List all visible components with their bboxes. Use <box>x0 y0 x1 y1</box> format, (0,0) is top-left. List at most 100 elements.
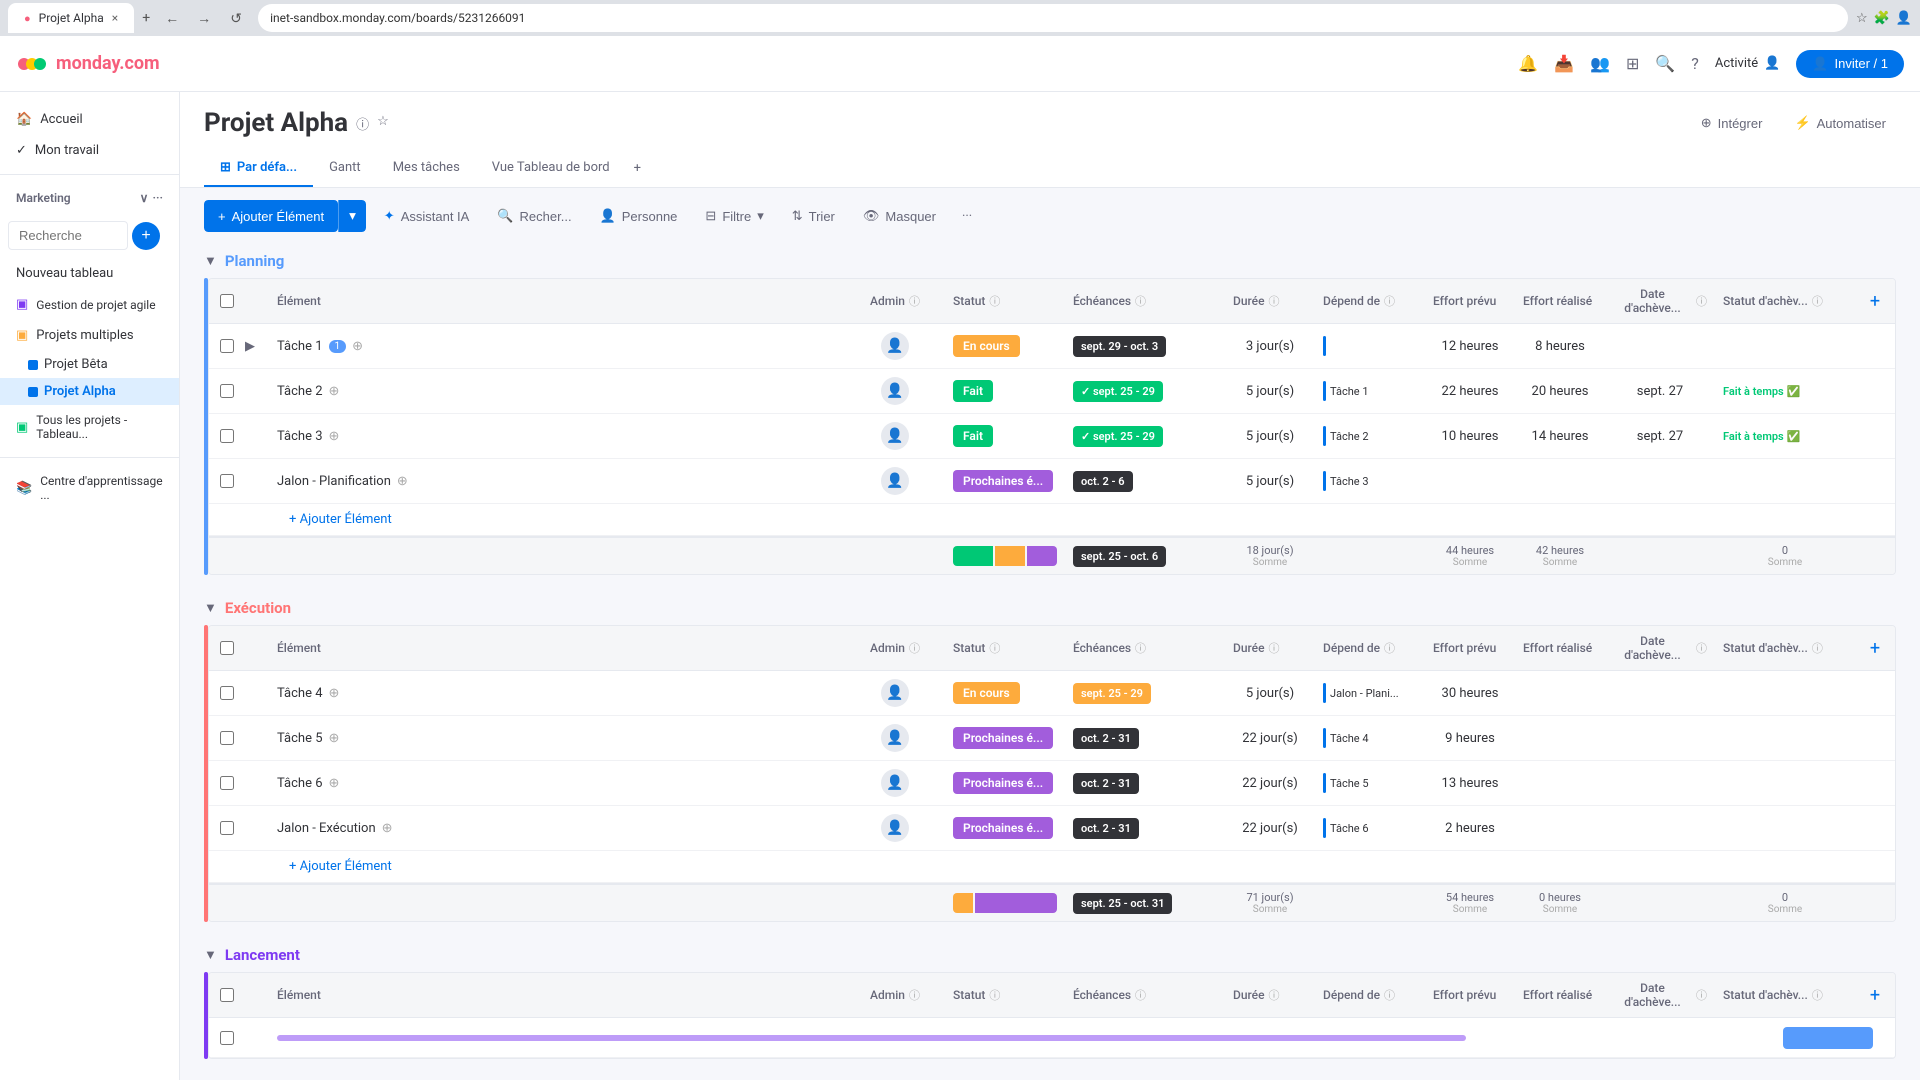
status-badge[interactable]: Prochaines é... <box>953 727 1053 749</box>
back-button[interactable]: ← <box>158 4 186 32</box>
date-badge[interactable]: oct. 2 - 31 <box>1073 818 1139 839</box>
status-badge[interactable]: Fait <box>953 425 993 447</box>
status-badge[interactable]: En cours <box>953 682 1020 704</box>
lancement-chevron-icon[interactable]: ▼ <box>204 947 217 963</box>
toolbar-more-button[interactable]: ··· <box>954 203 980 230</box>
search-input[interactable] <box>8 221 128 250</box>
statut-info-icon[interactable]: ⓘ <box>989 293 1000 309</box>
help-icon[interactable]: ? <box>1691 54 1699 73</box>
header-check[interactable] <box>209 279 245 323</box>
people-icon[interactable]: 👥 <box>1590 54 1610 73</box>
sidebar-item-projets-multiples[interactable]: ▣ Projets multiples <box>0 320 179 351</box>
sidebar-item-projet-beta[interactable]: Projet Bêta <box>0 351 179 378</box>
admin-info-icon2[interactable]: ⓘ <box>909 640 920 656</box>
ajouter-element-button[interactable]: + Ajouter Élément <box>204 200 338 232</box>
exec-add-col[interactable]: + <box>1855 626 1895 670</box>
notification-icon[interactable]: 🔔 <box>1518 54 1538 73</box>
rechercher-button[interactable]: 🔍 Recher... <box>487 202 581 230</box>
extension-icon[interactable]: 🧩 <box>1874 11 1890 26</box>
depend-info-icon[interactable]: ⓘ <box>1384 293 1395 309</box>
sidebar-item-mon-travail[interactable]: ✓ Mon travail <box>0 135 179 166</box>
status-badge[interactable]: Prochaines é... <box>953 817 1053 839</box>
browser-tab[interactable]: ● Projet Alpha × <box>8 3 134 33</box>
tab-par-defaut[interactable]: ⊞ Par défa... <box>204 150 313 187</box>
status-badge[interactable]: Fait <box>953 380 993 402</box>
search-add-button[interactable]: + <box>132 222 160 250</box>
status-badge[interactable]: Prochaines é... <box>953 772 1053 794</box>
add-subtask-icon[interactable]: ⊕ <box>329 776 340 791</box>
date-badge[interactable]: sept. 25 - 29 <box>1073 683 1151 704</box>
date-badge[interactable]: ✓ sept. 25 - 29 <box>1073 426 1163 447</box>
row-checkbox[interactable] <box>220 1031 234 1045</box>
integrer-button[interactable]: ⊕ Intégrer <box>1691 109 1773 137</box>
tab-close-icon[interactable]: × <box>112 11 118 25</box>
sidebar-item-accueil[interactable]: 🏠 Accueil <box>0 104 179 135</box>
star-icon[interactable]: ☆ <box>377 114 389 133</box>
admin-info-icon[interactable]: ⓘ <box>909 293 920 309</box>
date-badge[interactable]: sept. 29 - oct. 3 <box>1073 336 1166 357</box>
search-icon[interactable]: 🔍 <box>1655 54 1675 73</box>
execution-chevron-icon[interactable]: ▼ <box>204 600 217 616</box>
row-checkbox[interactable] <box>220 384 234 398</box>
add-subtask-icon[interactable]: ⊕ <box>329 384 340 399</box>
select-all-planning[interactable] <box>220 294 234 308</box>
date-badge[interactable]: oct. 2 - 31 <box>1073 728 1139 749</box>
date-badge[interactable]: oct. 2 - 31 <box>1073 773 1139 794</box>
sidebar-item-tous-projets[interactable]: ▣ Tous les projets - Tableau... <box>0 405 179 449</box>
planning-chevron-icon[interactable]: ▼ <box>204 253 217 269</box>
select-all-execution[interactable] <box>220 641 234 655</box>
row-checkbox[interactable] <box>220 776 234 790</box>
sidebar-item-centre-apprentissage[interactable]: 📚 Centre d'apprentissage ... <box>0 466 179 510</box>
row-checkbox[interactable] <box>220 339 234 353</box>
sidebar-item-gestion-projet[interactable]: ▣ Gestion de projet agile <box>0 289 179 320</box>
statut-ach-info-icon[interactable]: ⓘ <box>1812 293 1823 309</box>
tab-vue-tableau[interactable]: Vue Tableau de bord <box>476 150 626 187</box>
add-subtask-icon[interactable]: ⊕ <box>329 429 340 444</box>
header-add-col[interactable]: + <box>1855 279 1895 323</box>
automatiser-button[interactable]: ⚡ Automatiser <box>1784 109 1896 137</box>
trier-button[interactable]: ⇅ Trier <box>782 202 845 230</box>
section-collapse-icon[interactable]: ∨ <box>140 191 149 205</box>
masquer-button[interactable]: 👁 Masquer <box>853 202 946 230</box>
invite-button[interactable]: 👤 Inviter / 1 <box>1796 50 1904 78</box>
personne-button[interactable]: 👤 Personne <box>590 202 688 230</box>
duree-info-icon[interactable]: ⓘ <box>1269 293 1280 309</box>
row-checkbox[interactable] <box>220 731 234 745</box>
address-bar[interactable]: inet-sandbox.monday.com/boards/523126609… <box>258 4 1848 32</box>
bookmark-icon[interactable]: ☆ <box>1856 11 1868 26</box>
date-badge[interactable]: ✓ sept. 25 - 29 <box>1073 381 1163 402</box>
tab-mes-taches[interactable]: Mes tâches <box>377 150 476 187</box>
sidebar-item-projet-alpha[interactable]: Projet Alpha <box>0 378 179 405</box>
add-subtask-icon[interactable]: ⊕ <box>329 686 340 701</box>
row-checkbox[interactable] <box>220 686 234 700</box>
date-badge[interactable]: oct. 2 - 6 <box>1073 471 1133 492</box>
add-subtask-icon[interactable]: ⊕ <box>352 339 363 354</box>
tab-gantt[interactable]: Gantt <box>313 150 377 187</box>
assistant-ia-button[interactable]: ✦ Assistant IA <box>374 202 480 230</box>
row-checkbox[interactable] <box>220 821 234 835</box>
select-all-lancement[interactable] <box>220 988 234 1002</box>
echeances-info-icon[interactable]: ⓘ <box>1135 293 1146 309</box>
activity-button[interactable]: Activité 👤 <box>1715 56 1781 71</box>
inbox-icon[interactable]: 📥 <box>1554 54 1574 73</box>
date-info-icon[interactable]: ⓘ <box>1696 293 1707 309</box>
add-element-row-exec[interactable]: + Ajouter Élément <box>209 851 1895 883</box>
row-checkbox[interactable] <box>220 429 234 443</box>
new-tab-icon[interactable]: + <box>142 10 150 26</box>
add-subtask-icon[interactable]: ⊕ <box>397 474 408 489</box>
add-element-execution[interactable]: + Ajouter Élément <box>277 851 404 882</box>
profile-icon[interactable]: 👤 <box>1896 11 1912 26</box>
add-element-row[interactable]: + Ajouter Élément <box>209 504 1895 536</box>
row-checkbox[interactable] <box>220 474 234 488</box>
ajouter-element-dropdown[interactable]: ▾ <box>338 200 366 232</box>
apps-icon[interactable]: ⊞ <box>1626 54 1639 73</box>
add-subtask-icon[interactable]: ⊕ <box>382 821 393 836</box>
add-element-planning[interactable]: + Ajouter Élément <box>277 504 404 535</box>
tab-add-button[interactable]: + <box>626 151 649 186</box>
filtre-button[interactable]: ⊟ Filtre ▾ <box>695 202 773 230</box>
section-more-icon[interactable]: ··· <box>152 191 163 205</box>
logo[interactable]: monday.com <box>16 48 160 80</box>
status-badge[interactable]: En cours <box>953 335 1020 357</box>
lancement-add-col[interactable]: + <box>1855 973 1895 1017</box>
sidebar-item-nouveau-tableau[interactable]: Nouveau tableau <box>0 258 179 289</box>
